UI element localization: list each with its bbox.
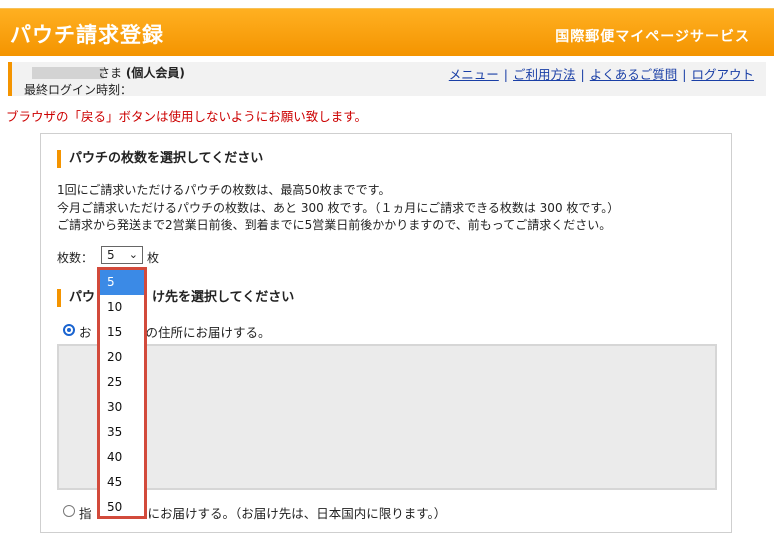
nav-faq-link[interactable]: よくあるご質問 [590, 67, 678, 82]
option2-text-start: 指 [79, 506, 92, 521]
dropdown-option[interactable]: 40 [100, 445, 144, 470]
nav-menu-link[interactable]: メニュー [449, 67, 499, 82]
dropdown-option[interactable]: 10 [100, 295, 144, 320]
dropdown-option[interactable]: 30 [100, 395, 144, 420]
quantity-unit: 枚 [147, 251, 160, 265]
registered-address-box [57, 344, 717, 490]
user-info-bar: さま (個人会員) 最終ログイン時刻： メニュー | ご利用方法 | よくあるご質問 | ロ… [8, 62, 766, 97]
dropdown-option[interactable]: 25 [100, 370, 144, 395]
back-button-warning: ブラウザの「戻る」ボタンは使用しないようにお願い致します。 [6, 109, 368, 124]
nav-separator: | [682, 67, 687, 82]
nav-separator: | [503, 67, 509, 82]
quantity-select-value: 5 [107, 248, 115, 262]
service-name: 国際郵便マイページサービス [555, 29, 750, 45]
quantity-label: 枚数： [57, 251, 94, 265]
destination-title-end: け先を選択してください [152, 290, 295, 305]
quantity-section-title: パウチの枚数を選択してください [57, 150, 263, 168]
last-login-label: 最終ログイン時刻： [24, 83, 133, 97]
user-honorific: さま [98, 66, 123, 80]
user-name-redacted [32, 67, 104, 79]
nav-logout-link[interactable]: ログアウト [691, 67, 754, 82]
chevron-down-icon: ⌄ [128, 248, 138, 261]
nav-separator: | [580, 67, 585, 82]
radio-specified-address[interactable] [63, 505, 75, 517]
desc-line-shipping: ご請求から発送まで2営業日前後、到着までに5営業日前後かかりますので、前もってご… [57, 218, 612, 232]
dropdown-option[interactable]: 15 [100, 320, 144, 345]
destination-title-start: パウ [69, 290, 96, 305]
quantity-select[interactable]: 5 ⌄ [101, 246, 143, 264]
destination-section-title: パウ け先を選択してください [57, 289, 294, 307]
dropdown-option[interactable]: 35 [100, 420, 144, 445]
quantity-dropdown-list: 5 10 15 20 25 30 35 40 45 50 [97, 267, 147, 519]
user-greeting: さま (個人会員) [98, 64, 185, 81]
dropdown-option[interactable]: 45 [100, 470, 144, 495]
nav-usage-link[interactable]: ご利用方法 [513, 67, 576, 82]
option1-text-end: の住所にお届けする。 [145, 325, 271, 340]
quantity-description: 1回にご請求いただけるパウチの枚数は、最高50枚までです。 今月ご請求いただける… [57, 182, 619, 235]
radio-registered-address[interactable] [63, 324, 75, 336]
option2-text-end: にお届けする。（お届け先は、日本国内に限ります。） [147, 506, 447, 521]
desc-line-max: 1回にご請求いただけるパウチの枚数は、最高50枚までです。 [57, 183, 391, 197]
desc-line-remaining: 今月ご請求いただけるパウチの枚数は、あと 300 枚です。（１ヵ月にご請求できる… [57, 200, 620, 215]
page-header: パウチ請求登録 国際郵便マイページサービス [0, 8, 774, 56]
dropdown-option[interactable]: 20 [100, 345, 144, 370]
option1-text-start: お [79, 325, 92, 340]
page-title: パウチ請求登録 [10, 23, 164, 47]
dropdown-option[interactable]: 50 [100, 495, 144, 520]
dropdown-option[interactable]: 5 [100, 270, 144, 295]
member-type: (個人会員) [125, 66, 185, 80]
top-nav: メニュー | ご利用方法 | よくあるご質問 | ログアウト [449, 64, 754, 83]
